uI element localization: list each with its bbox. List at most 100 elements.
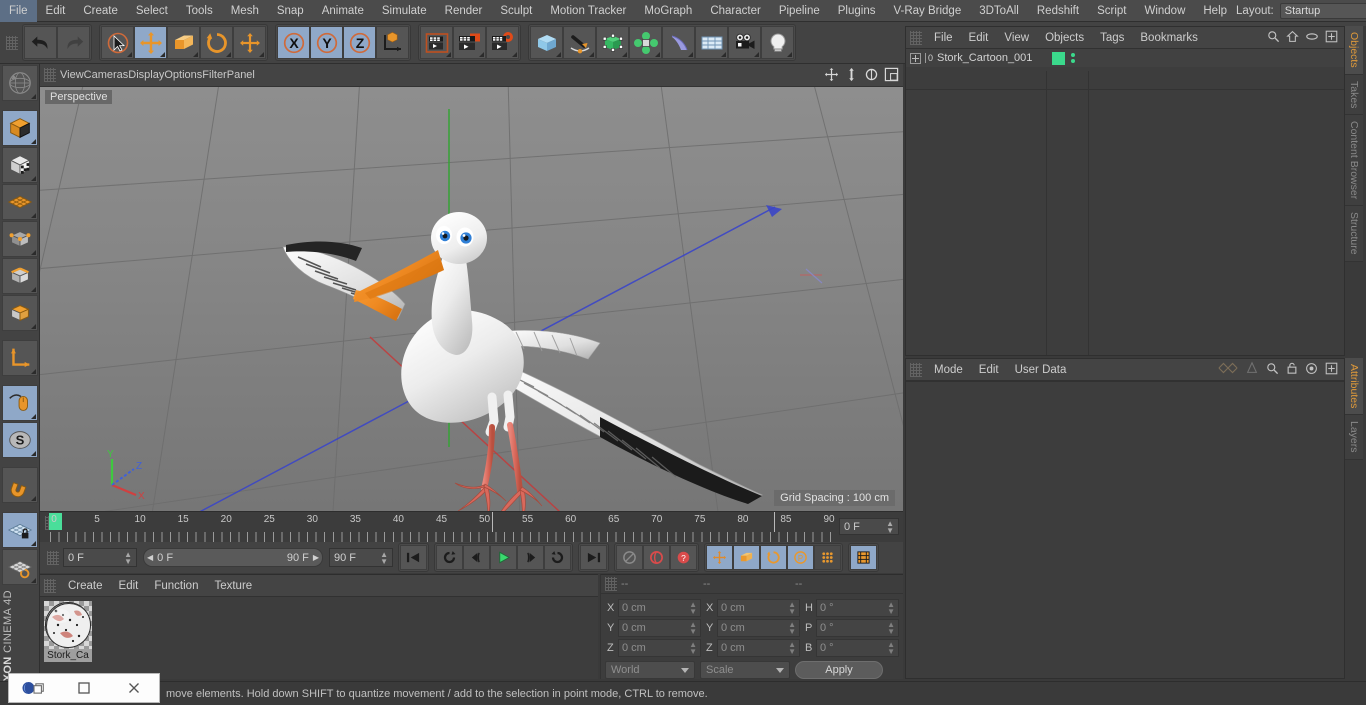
lock-x-button[interactable]: X [277, 26, 310, 59]
model-mode-button[interactable] [2, 110, 38, 146]
menu-item-snap[interactable]: Snap [268, 0, 313, 22]
rotate-icon[interactable] [864, 67, 879, 82]
object-menu-item-tags[interactable]: Tags [1092, 27, 1132, 49]
spinner-icon[interactable]: ▲ ▼ [788, 640, 796, 655]
material-thumbnail[interactable] [44, 601, 92, 649]
viewport-menu-item-panel[interactable]: Panel [227, 69, 255, 81]
camera-button[interactable] [728, 26, 761, 59]
tab-layers[interactable]: Layers [1345, 415, 1363, 460]
material-menu-item-create[interactable]: Create [60, 575, 111, 597]
range-right-arrow-icon[interactable]: ▶ [313, 553, 319, 562]
viewport-menu-item-view[interactable]: View [60, 69, 84, 81]
points-mode-button[interactable] [2, 221, 38, 257]
maximize-icon[interactable] [59, 674, 109, 702]
spinner-icon[interactable]: ▲ ▼ [689, 640, 697, 655]
cone-icon[interactable] [1245, 361, 1259, 378]
close-icon[interactable] [109, 674, 159, 702]
toolbar-gripper[interactable] [6, 35, 18, 50]
layout-dropdown[interactable]: Startup [1279, 2, 1366, 19]
menu-item-plugins[interactable]: Plugins [829, 0, 885, 22]
key-parameter-toggle[interactable]: P [787, 545, 814, 570]
texture-mode-button[interactable] [2, 147, 38, 183]
timeline-bar-gripper[interactable] [47, 550, 59, 565]
restore-icon[interactable] [9, 674, 59, 702]
search-icon[interactable] [1266, 362, 1279, 378]
axis-modify-button[interactable] [2, 340, 38, 376]
rotation-b-field[interactable]: 0 ° ▲ ▼ [816, 638, 899, 657]
spinner-icon[interactable]: ▲ ▼ [689, 600, 697, 615]
size-x-field[interactable]: 0 cm ▲ ▼ [717, 598, 800, 617]
menu-item-simulate[interactable]: Simulate [373, 0, 436, 22]
expand-icon[interactable] [910, 52, 921, 64]
soft-selection-button[interactable]: S [2, 422, 38, 458]
start-frame-field[interactable]: 0 F ▲ ▼ [63, 548, 137, 567]
key-rotation-toggle[interactable] [760, 545, 787, 570]
spline-pen-button[interactable] [563, 26, 596, 59]
object-menu-item-edit[interactable]: Edit [961, 27, 997, 49]
menu-item-file[interactable]: File [0, 0, 37, 22]
bend-deformer-button[interactable] [662, 26, 695, 59]
menu-item-motion-tracker[interactable]: Motion Tracker [541, 0, 635, 22]
viewport-3d-scene[interactable] [40, 87, 903, 511]
preview-range-slider[interactable]: ◀ 0 F 90 F ▶ [143, 548, 323, 567]
object-menu-item-file[interactable]: File [926, 27, 961, 49]
range-left-arrow-icon[interactable]: ◀ [147, 553, 153, 562]
spinner-icon[interactable]: ▲ ▼ [788, 600, 796, 615]
tab-objects[interactable]: Objects [1345, 26, 1363, 75]
tab-content-browser[interactable]: Content Browser [1345, 115, 1363, 207]
menu-item-help[interactable]: Help [1194, 0, 1236, 22]
menu-item-select[interactable]: Select [127, 0, 177, 22]
material-menu-item-function[interactable]: Function [146, 575, 206, 597]
attribute-menu-item-mode[interactable]: Mode [926, 359, 971, 381]
apply-button[interactable]: Apply [795, 661, 883, 679]
material-gripper[interactable] [44, 578, 56, 593]
coordinate-gripper[interactable] [605, 577, 617, 591]
position-z-field[interactable]: 0 cm ▲ ▼ [618, 638, 701, 657]
spinner-icon[interactable]: ▲ ▼ [689, 620, 697, 635]
object-visibility-dots[interactable] [1071, 53, 1075, 63]
spinner-icon[interactable]: ▲ ▼ [887, 600, 895, 615]
spinner-icon[interactable]: ▲ ▼ [887, 640, 895, 655]
interpolation-icon[interactable] [1218, 362, 1238, 377]
current-frame-field[interactable]: 0 F ▲ ▼ [839, 518, 899, 535]
render-view-button[interactable] [420, 26, 453, 59]
key-position-toggle[interactable] [706, 545, 733, 570]
move-button[interactable] [134, 26, 167, 59]
nurbs-button[interactable] [596, 26, 629, 59]
timeline-toggle-button[interactable] [850, 545, 877, 570]
home-icon[interactable] [1286, 30, 1299, 46]
workplane-lock-button[interactable] [2, 512, 38, 548]
menu-item-character[interactable]: Character [701, 0, 770, 22]
spinner-icon[interactable]: ▲ ▼ [886, 519, 894, 534]
tab-structure[interactable]: Structure [1345, 206, 1363, 262]
search-icon[interactable] [1267, 30, 1280, 46]
rotation-p-field[interactable]: 0 ° ▲ ▼ [816, 618, 899, 637]
spinner-icon[interactable]: ▲ ▼ [788, 620, 796, 635]
edges-mode-button[interactable] [2, 258, 38, 294]
world-coord-button[interactable] [376, 26, 409, 59]
render-picture-viewer-button[interactable] [453, 26, 486, 59]
maximize-icon[interactable] [884, 67, 899, 82]
material-menu-item-edit[interactable]: Edit [111, 575, 147, 597]
lock-z-button[interactable]: Z [343, 26, 376, 59]
menu-item-script[interactable]: Script [1088, 0, 1135, 22]
object-tree[interactable]: 0 Stork_Cartoon_001 [906, 49, 1344, 355]
zoom-icon[interactable] [844, 67, 859, 82]
undo-button[interactable] [24, 26, 57, 59]
size-y-field[interactable]: 0 cm ▲ ▼ [717, 618, 800, 637]
menu-item-pipeline[interactable]: Pipeline [770, 0, 829, 22]
viewport[interactable]: View Cameras Display Options Filter Panel [40, 64, 903, 511]
tab-attributes[interactable]: Attributes [1345, 358, 1363, 416]
menu-item-mesh[interactable]: Mesh [222, 0, 268, 22]
array-modeling-button[interactable] [629, 26, 662, 59]
menu-item-window[interactable]: Window [1135, 0, 1194, 22]
workplane-mode-button[interactable] [2, 549, 38, 585]
cube-primitive-button[interactable] [530, 26, 563, 59]
rotate-button[interactable] [200, 26, 233, 59]
position-x-field[interactable]: 0 cm ▲ ▼ [618, 598, 701, 617]
viewport-menu-item-cameras[interactable]: Cameras [84, 69, 129, 81]
live-selection-button[interactable] [101, 26, 134, 59]
menu-item-tools[interactable]: Tools [177, 0, 222, 22]
menu-item-sculpt[interactable]: Sculpt [491, 0, 541, 22]
redo-button[interactable] [57, 26, 90, 59]
